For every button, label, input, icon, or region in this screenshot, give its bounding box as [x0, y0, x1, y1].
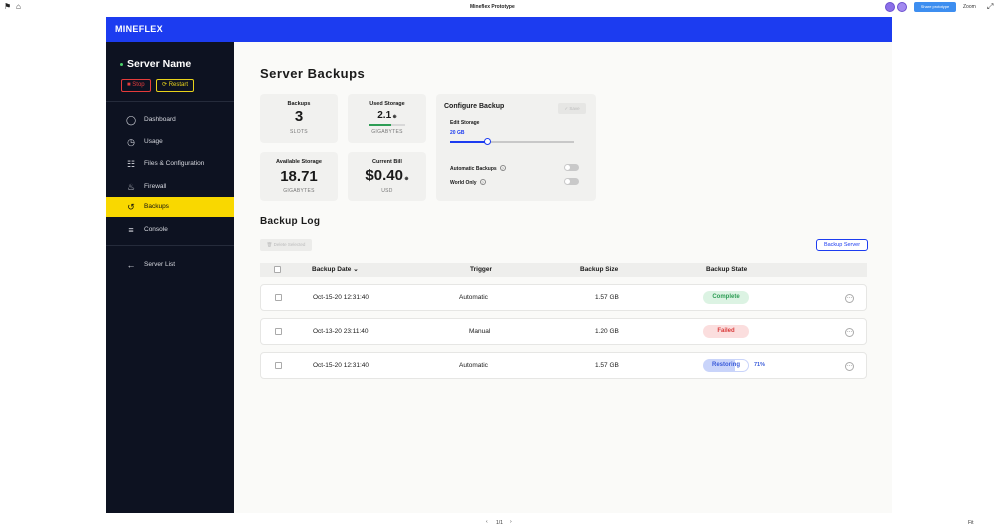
power-icon: ◯ — [126, 115, 137, 125]
column-header-trigger: Trigger — [470, 266, 493, 273]
restart-button[interactable]: ⟳ Restart — [156, 79, 195, 92]
server-name: Server Name — [120, 58, 191, 70]
table-row[interactable]: Oct-15-20 12:31:40 Automatic 1.57 GB Res… — [260, 352, 867, 379]
world-only-toggle[interactable] — [564, 178, 579, 185]
page-prev-icon[interactable]: ‹ — [486, 519, 488, 525]
status-badge: Complete — [703, 291, 749, 304]
column-header-size: Backup Size — [580, 266, 619, 273]
info-icon: ⊕ — [391, 114, 397, 120]
table-row[interactable]: Oct-15-20 12:31:40 Automatic 1.57 GB Com… — [260, 284, 867, 311]
app-window: MINEFLEX Server Name ■ Stop ⟳ Restart ◯ … — [106, 17, 892, 513]
stat-card-available-storage: Available Storage 18.71 GIGABYTES — [260, 152, 338, 201]
status-badge: Failed — [703, 325, 749, 338]
help-icon: ? — [479, 179, 486, 185]
storage-value: 20 GB — [450, 130, 465, 136]
status-badge: Restoring — [703, 359, 749, 372]
more-options-icon[interactable]: ··· — [845, 294, 854, 303]
backup-icon: ↺ — [127, 202, 135, 212]
main-content: Server Backups Backups 3 SLOTS Used Stor… — [234, 42, 892, 513]
info-icon: ⊕ — [402, 176, 409, 182]
more-options-icon[interactable]: ··· — [845, 328, 854, 337]
storage-progress-bar — [369, 124, 405, 126]
column-header-state: Backup State — [706, 266, 748, 273]
brand-bar: MINEFLEX — [106, 17, 892, 42]
help-icon: ? — [499, 165, 506, 171]
page-next-icon[interactable]: › — [510, 519, 512, 525]
divider — [106, 245, 234, 246]
page-counter: 1/1 — [496, 520, 503, 526]
divider — [106, 101, 234, 102]
stat-value: $0.40 ⊕ — [365, 167, 409, 184]
page-title: Server Backups — [260, 66, 366, 81]
avatar[interactable] — [897, 2, 907, 12]
status-dot-icon — [120, 62, 123, 66]
row-checkbox[interactable] — [275, 328, 282, 335]
stat-value: 3 — [294, 108, 304, 125]
backup-server-button[interactable]: Backup Server — [816, 239, 868, 251]
configure-backup-panel: Configure Backup ✓ Save Edit Storage 20 … — [436, 94, 596, 201]
sliders-icon: ☷ — [126, 159, 136, 169]
row-checkbox[interactable] — [275, 362, 282, 369]
section-title: Backup Log — [260, 216, 321, 227]
table-row[interactable]: Oct-13-20 23:11:40 Manual 1.20 GB Failed… — [260, 318, 867, 345]
stat-card-used-storage: Used Storage 2.1 ⊕ GIGABYTES — [348, 94, 426, 143]
home-icon[interactable]: ⌂ — [16, 3, 24, 11]
sidebar: Server Name ■ Stop ⟳ Restart ◯ Dashboard… — [106, 42, 234, 513]
lines-icon: ≡ — [128, 225, 134, 235]
column-header-date[interactable]: Backup Date ⌄ — [312, 263, 359, 277]
stat-value: 2.1 ⊕ — [377, 110, 397, 121]
save-button[interactable]: ✓ Save — [558, 103, 586, 114]
flag-icon[interactable]: ⚑ — [4, 3, 12, 11]
stop-button[interactable]: ■ Stop — [121, 79, 151, 92]
more-options-icon[interactable]: ··· — [845, 362, 854, 371]
expand-icon[interactable]: ⤢ — [987, 2, 993, 12]
chevron-down-icon: ⌄ — [353, 266, 359, 273]
sidebar-item-console[interactable]: ≡ Console — [106, 220, 234, 240]
stat-card-backups: Backups 3 SLOTS — [260, 94, 338, 143]
avatar[interactable] — [885, 2, 895, 12]
fit-dropdown[interactable]: Fit — [968, 520, 974, 526]
arrow-left-icon: ← — [126, 260, 136, 270]
sidebar-item-firewall[interactable]: ♨ Firewall — [106, 177, 234, 197]
sidebar-item-server-list[interactable]: ← Server List — [106, 255, 234, 275]
sidebar-item-usage[interactable]: ◷ Usage — [106, 132, 234, 152]
sidebar-item-files[interactable]: ☷ Files & Configuration — [106, 154, 234, 174]
row-checkbox[interactable] — [275, 294, 282, 301]
world-only-row: World Only? — [450, 179, 486, 186]
table-header: Backup Date ⌄ Trigger Backup Size Backup… — [260, 263, 867, 277]
restore-progress: 71% — [754, 362, 766, 368]
prototype-title[interactable]: Mineflex Prototype — [470, 4, 515, 10]
select-all-checkbox[interactable] — [274, 266, 281, 273]
automatic-backups-toggle[interactable] — [564, 164, 579, 171]
stat-card-current-bill: Current Bill $0.40 ⊕ USD — [348, 152, 426, 201]
prototype-toolbar: ⚑ ⌂ Mineflex Prototype Share prototype Z… — [0, 0, 1000, 14]
clock-icon: ◷ — [127, 137, 135, 147]
slider-handle[interactable] — [483, 138, 491, 145]
brand-logo: MINEFLEX — [115, 24, 163, 34]
zoom-dropdown[interactable]: Zoom — [963, 4, 976, 10]
prototype-footer: ‹ 1/1 › Fit — [0, 516, 1000, 530]
sidebar-item-backups[interactable]: ↺ Backups — [106, 197, 234, 217]
storage-slider[interactable] — [450, 138, 574, 145]
share-button[interactable]: Share prototype — [914, 2, 956, 12]
delete-selected-button[interactable]: 🗑 Delete Selected — [260, 239, 312, 251]
flame-icon: ♨ — [126, 182, 136, 192]
automatic-backups-row: Automatic Backups? — [450, 165, 506, 172]
stat-value: 18.71 — [280, 168, 318, 185]
sidebar-item-dashboard[interactable]: ◯ Dashboard — [106, 110, 234, 130]
